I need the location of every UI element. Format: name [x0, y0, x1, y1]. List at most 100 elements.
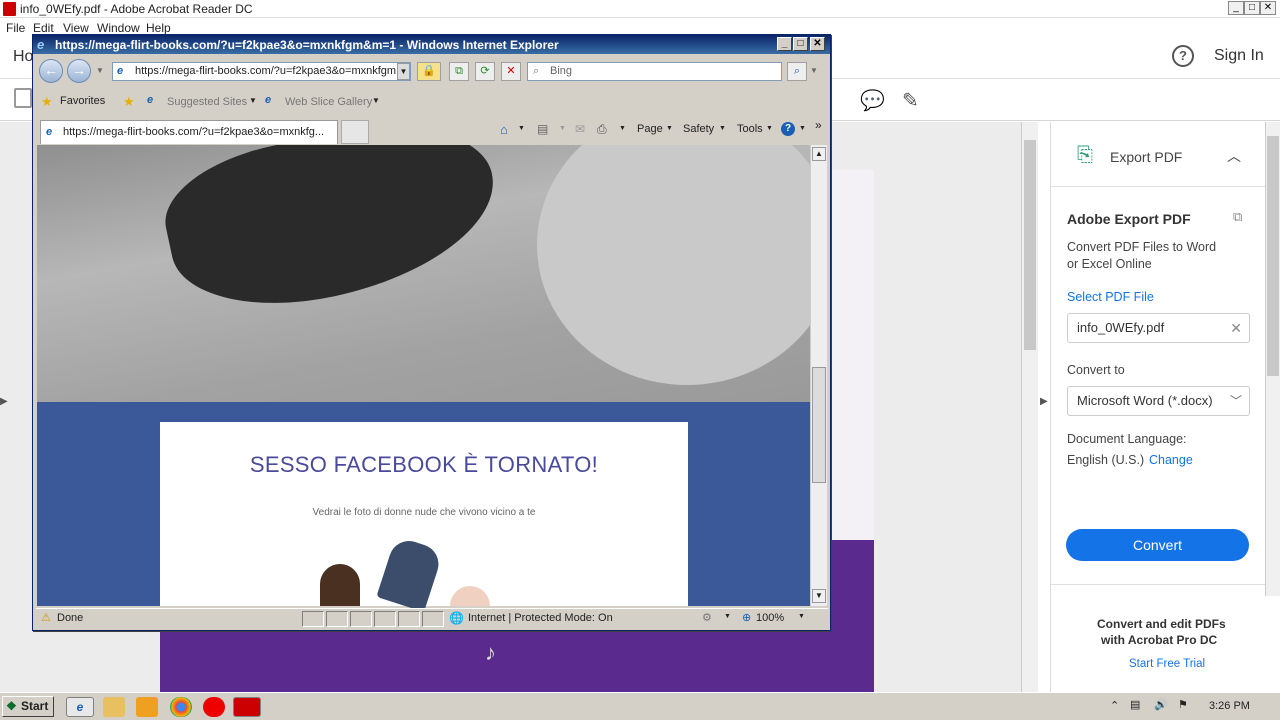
change-language-link[interactable]: Change: [1149, 453, 1193, 467]
taskbar-acrobat-icon[interactable]: [233, 697, 261, 717]
sign-in-link[interactable]: Sign In: [1214, 47, 1264, 65]
taskbar-clock[interactable]: 3:26 PM: [1209, 700, 1250, 712]
doc-language-label: Document Language:: [1067, 432, 1187, 446]
select-pdf-file-link[interactable]: Select PDF File: [1067, 290, 1154, 304]
webpage-photo: [37, 145, 810, 402]
right-panel-collapse-icon[interactable]: ▶: [1040, 396, 1048, 407]
taskbar-explorer-icon[interactable]: [103, 697, 125, 717]
safety-menu[interactable]: Safety: [683, 123, 714, 135]
home-tab[interactable]: Ho: [13, 48, 33, 66]
start-free-trial-link[interactable]: Start Free Trial: [1129, 658, 1205, 670]
status-pane: [422, 611, 444, 627]
chevron-down-icon[interactable]: ▼: [559, 125, 566, 132]
selected-file-field[interactable]: info_0WEfy.pdf ✕: [1067, 313, 1250, 343]
security-zone-text: Internet | Protected Mode: On: [468, 612, 613, 624]
address-bar[interactable]: e https://mega-flirt-books.com/?u=f2kpae…: [112, 62, 411, 81]
chevron-down-icon[interactable]: ▼: [619, 125, 626, 132]
tray-expand-icon[interactable]: ⌃: [1110, 699, 1119, 712]
start-button[interactable]: ❖ Start: [2, 696, 54, 717]
chevron-down-icon[interactable]: ▼: [518, 125, 525, 132]
search-options-icon[interactable]: ▼: [810, 66, 818, 75]
suggested-sites-link[interactable]: Suggested Sites: [167, 96, 247, 108]
chevron-down-icon[interactable]: ▼: [249, 96, 257, 105]
tray-network-icon[interactable]: ▤: [1130, 698, 1140, 711]
help-icon[interactable]: ?: [1172, 45, 1194, 67]
chevron-down-icon[interactable]: ▼: [372, 96, 380, 105]
remove-file-icon[interactable]: ✕: [1230, 314, 1242, 342]
ie-close-button[interactable]: ✕: [810, 37, 825, 51]
internet-zone-icon: 🌐: [449, 611, 464, 625]
search-icon[interactable]: ⌕: [787, 62, 807, 81]
taskbar-chrome-icon[interactable]: [170, 697, 192, 717]
stop-icon[interactable]: ✕: [501, 62, 521, 81]
search-small-icon: ⌕: [533, 65, 540, 77]
ie-scrollbar[interactable]: ▲ ▼: [810, 145, 827, 606]
protected-mode-icon[interactable]: ⚙: [702, 611, 712, 624]
document-scroll-thumb[interactable]: [1024, 140, 1036, 350]
cartoon-shoe: [450, 586, 490, 606]
more-commands-icon[interactable]: »: [815, 118, 822, 132]
scroll-down-button[interactable]: ▼: [812, 589, 826, 603]
home-icon[interactable]: ⌂: [500, 122, 508, 137]
chevron-down-icon[interactable]: ▼: [724, 613, 731, 620]
favorites-button[interactable]: Favorites: [60, 95, 105, 107]
forward-button[interactable]: →: [67, 59, 91, 83]
document-scrollbar[interactable]: [1021, 122, 1038, 692]
taskbar-opera-icon[interactable]: [203, 697, 225, 717]
menu-edit[interactable]: Edit: [33, 21, 54, 35]
panel-scrollbar[interactable]: [1265, 122, 1280, 596]
ie-scroll-thumb[interactable]: [812, 367, 826, 483]
copy-icon[interactable]: ⧉: [1233, 209, 1242, 225]
feeds-icon[interactable]: ▤: [537, 122, 548, 136]
zoom-level[interactable]: 100%: [756, 612, 784, 624]
minimize-button[interactable]: _: [1228, 1, 1244, 15]
history-dropdown-icon[interactable]: ▼: [96, 66, 104, 75]
pdf-app-icon: [3, 2, 16, 16]
left-panel-toggle-icon[interactable]: ▶: [0, 396, 8, 407]
scroll-up-button[interactable]: ▲: [812, 147, 826, 161]
print-icon[interactable]: ⎙: [597, 122, 607, 137]
page-menu[interactable]: Page: [637, 123, 663, 135]
maximize-button[interactable]: □: [1244, 1, 1260, 15]
convert-button[interactable]: Convert: [1066, 529, 1249, 561]
refresh-icon[interactable]: ⟳: [475, 62, 495, 81]
chevron-down-icon[interactable]: ▼: [799, 125, 806, 132]
format-dropdown[interactable]: Microsoft Word (*.docx) ﹀: [1067, 386, 1250, 416]
menu-help[interactable]: Help: [146, 21, 171, 35]
export-pdf-header[interactable]: Export PDF: [1110, 149, 1182, 165]
compatibility-view-icon[interactable]: ⧉: [449, 62, 469, 81]
save-icon[interactable]: [14, 88, 32, 108]
tray-flag-icon[interactable]: ⚑: [1178, 698, 1188, 711]
search-input[interactable]: ⌕ Bing: [527, 62, 782, 81]
ie-maximize-button[interactable]: □: [793, 37, 808, 51]
security-lock-icon[interactable]: 🔒: [417, 62, 441, 81]
comment-icon[interactable]: 💬: [860, 88, 885, 113]
menu-file[interactable]: File: [6, 21, 25, 35]
address-dropdown-icon[interactable]: ▼: [397, 63, 410, 80]
ie-minimize-button[interactable]: _: [777, 37, 792, 51]
panel-scroll-thumb[interactable]: [1267, 136, 1279, 376]
chevron-down-icon[interactable]: ▼: [719, 125, 726, 132]
taskbar-ie-icon[interactable]: e: [66, 697, 94, 717]
new-tab-button[interactable]: [341, 120, 369, 144]
close-button[interactable]: ✕: [1260, 1, 1276, 15]
taskbar-media-player-icon[interactable]: [136, 697, 158, 717]
chevron-down-icon[interactable]: ▼: [766, 125, 773, 132]
collapse-chevron-icon[interactable]: ︿: [1227, 146, 1241, 166]
menu-window[interactable]: Window: [97, 21, 140, 35]
browser-tab[interactable]: e https://mega-flirt-books.com/?u=f2kpae…: [40, 120, 338, 144]
zoom-icon[interactable]: ⊕: [742, 611, 751, 624]
menu-view[interactable]: View: [63, 21, 89, 35]
favorites-star-icon: ★: [41, 94, 53, 109]
help-icon[interactable]: ?: [781, 122, 795, 136]
sign-pen-icon[interactable]: ✎: [902, 88, 919, 113]
add-favorites-icon[interactable]: ★: [123, 94, 135, 110]
mail-icon[interactable]: ✉: [575, 122, 585, 136]
chevron-down-icon[interactable]: ▼: [666, 125, 673, 132]
tools-menu[interactable]: Tools: [737, 123, 763, 135]
back-button[interactable]: ←: [39, 59, 63, 83]
tray-volume-icon[interactable]: 🔊: [1154, 698, 1168, 711]
chevron-down-icon[interactable]: ▼: [798, 613, 805, 620]
web-slice-gallery-link[interactable]: Web Slice Gallery: [285, 96, 372, 108]
tab-favicon-icon: e: [46, 126, 53, 138]
